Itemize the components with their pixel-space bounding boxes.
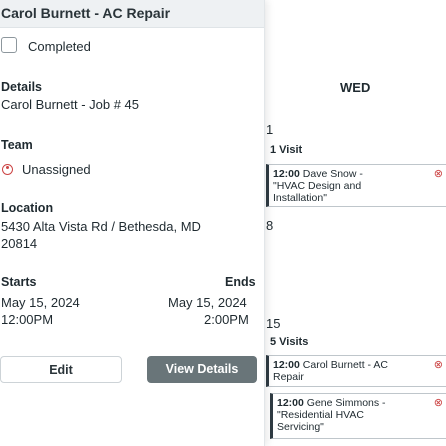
unassigned-icon: ⊗ <box>433 397 443 409</box>
team-value: Unassigned <box>22 162 91 177</box>
popover-header: Carol Burnett - AC Repair <box>0 0 264 28</box>
unassigned-icon: ⊗ <box>433 168 443 180</box>
ends-heading: Ends <box>225 275 256 289</box>
address-line[interactable]: 20814 <box>1 236 37 251</box>
completed-checkbox[interactable] <box>1 37 17 53</box>
visit-title: Gene Simmons - <box>303 397 386 409</box>
visit-time: 12:00 <box>273 168 300 180</box>
team-heading: Team <box>1 138 33 152</box>
start-date: May 15, 2024 <box>1 295 80 310</box>
view-details-button[interactable]: View Details <box>147 356 257 383</box>
visit-desc: "HVAC Design and <box>273 180 362 192</box>
unassigned-icon: ⊗ <box>433 359 443 371</box>
day-number: 8 <box>266 218 274 233</box>
end-time: 2:00PM <box>204 312 249 327</box>
address-line[interactable]: 5430 Alta Vista Rd / Bethesda, MD <box>1 219 201 234</box>
visit-title: Carol Burnett - AC <box>299 359 388 371</box>
visit-desc: Servicing" <box>277 421 324 433</box>
visit-time: 12:00 <box>273 359 300 371</box>
visit-count[interactable]: 1 Visit <box>270 144 302 156</box>
visit-card[interactable]: 12:00 Dave Snow - "HVAC Design and Insta… <box>266 164 446 207</box>
visit-desc: Installation" <box>273 192 327 204</box>
starts-heading: Starts <box>1 275 37 289</box>
job-reference: Carol Burnett - Job # 45 <box>1 97 140 112</box>
edit-button[interactable]: Edit <box>0 356 122 383</box>
popover-title: Carol Burnett - AC Repair <box>1 5 171 21</box>
day-header-wed: WED <box>340 80 371 95</box>
details-heading: Details <box>1 80 42 94</box>
unassigned-icon <box>2 164 13 175</box>
visit-time: 12:00 <box>277 397 304 409</box>
visit-popover: Carol Burnett - AC Repair Completed Deta… <box>0 0 265 446</box>
visit-title: Dave Snow - <box>299 168 363 180</box>
visit-count[interactable]: 5 Visits <box>270 336 308 348</box>
day-number: 15 <box>266 316 281 331</box>
visit-card-selected[interactable]: 12:00 Carol Burnett - AC Repair ⊗ <box>266 355 446 387</box>
visit-desc: "Residential HVAC <box>277 409 364 421</box>
completed-label[interactable]: Completed <box>28 39 91 54</box>
end-date: May 15, 2024 <box>168 295 247 310</box>
visit-desc: Repair <box>273 371 304 383</box>
day-number: 1 <box>266 122 274 137</box>
start-time: 12:00PM <box>1 312 54 327</box>
visit-card[interactable]: 12:00 Gene Simmons - "Residential HVAC S… <box>270 393 446 439</box>
location-heading: Location <box>1 201 54 215</box>
